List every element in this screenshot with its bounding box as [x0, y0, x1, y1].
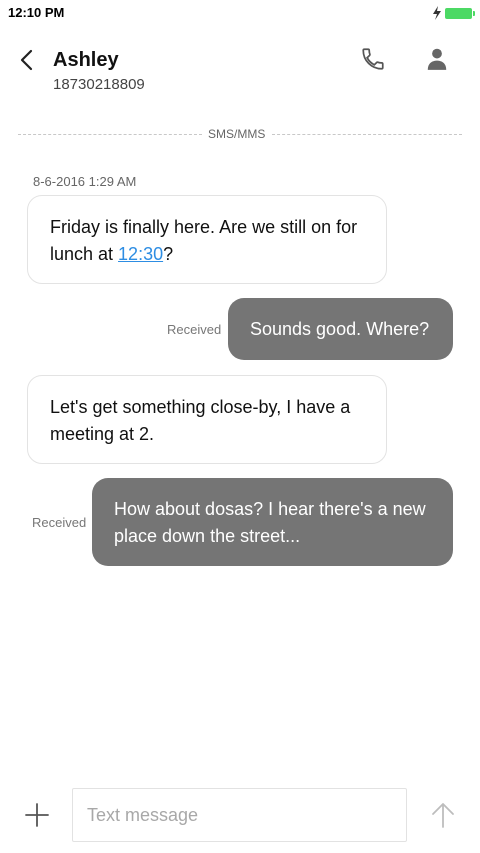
- contact-number: 18730218809: [53, 76, 145, 93]
- channel-label: SMS/MMS: [208, 127, 266, 141]
- channel-divider: SMS/MMS: [18, 126, 462, 144]
- back-arrow-icon[interactable]: [14, 46, 42, 74]
- message-timestamp: 8-6-2016 1:29 AM: [33, 174, 137, 189]
- time-link[interactable]: 12:30: [118, 244, 163, 264]
- incoming-message-bubble[interactable]: Friday is finally here. Are we still on …: [27, 195, 387, 284]
- conversation-header: Ashley 18730218809: [0, 36, 480, 106]
- status-time: 12:10 PM: [8, 5, 65, 20]
- battery-icon: [445, 7, 475, 19]
- message-text: How about dosas? I hear there's a new pl…: [114, 499, 426, 546]
- incoming-message-bubble[interactable]: Let's get something close-by, I have a m…: [27, 375, 387, 464]
- status-icons: [432, 6, 475, 20]
- divider-line-left: [18, 134, 202, 135]
- charging-icon: [433, 6, 441, 20]
- contact-name: Ashley: [53, 49, 119, 71]
- outgoing-message-bubble[interactable]: Sounds good. Where?: [228, 298, 453, 360]
- message-text: Friday is finally here. Are we still on …: [50, 217, 358, 264]
- send-arrow-up-icon[interactable]: [428, 800, 458, 830]
- message-composer: [0, 788, 480, 843]
- message-input[interactable]: [72, 788, 407, 842]
- person-icon[interactable]: [424, 46, 450, 72]
- plus-icon[interactable]: [22, 800, 52, 830]
- status-bar: 12:10 PM: [0, 0, 480, 26]
- phone-icon[interactable]: [360, 46, 386, 72]
- outgoing-message-bubble[interactable]: How about dosas? I hear there's a new pl…: [92, 478, 453, 566]
- message-text: Let's get something close-by, I have a m…: [50, 397, 351, 444]
- message-text: Sounds good. Where?: [250, 319, 430, 339]
- delivery-status: Received: [167, 322, 222, 337]
- message-text-end: ?: [163, 244, 174, 264]
- divider-line-right: [272, 134, 462, 135]
- delivery-status: Received: [32, 515, 87, 530]
